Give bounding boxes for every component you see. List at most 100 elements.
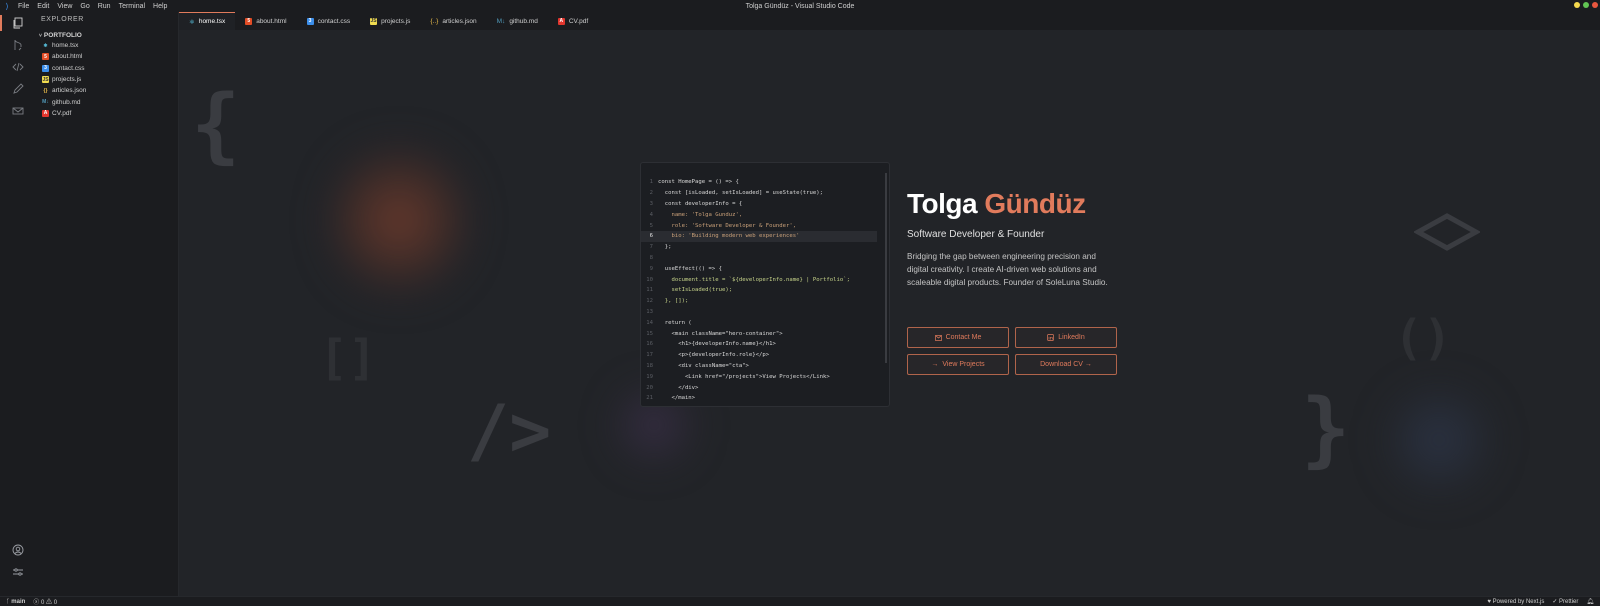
line-number: 16: [646, 341, 653, 348]
pdf-icon: A: [557, 17, 565, 25]
curly-brace-open-icon: {: [191, 78, 241, 173]
slash-tag-icon: />: [467, 390, 552, 472]
pencil-icon: [12, 83, 24, 94]
diamond-icon: [1414, 213, 1480, 251]
line-number: 13: [646, 308, 653, 315]
menu-go[interactable]: Go: [76, 3, 93, 10]
tab-label: contact.css: [317, 17, 351, 25]
js-icon: JS: [370, 17, 378, 25]
line-number: 22: [641, 406, 658, 407]
file-label: projects.js: [52, 76, 82, 84]
title-bar: ⟩ File Edit View Go Run Terminal Help To…: [0, 0, 1600, 12]
branch-indicator[interactable]: ᚴ main: [6, 599, 25, 605]
code-icon: [11, 62, 24, 72]
line-number: 5: [649, 222, 653, 229]
line-number: 11: [646, 287, 653, 294]
line-number: 8: [649, 254, 653, 261]
code-text: };: [658, 244, 672, 251]
file-articles-json[interactable]: {} articles.json: [35, 85, 178, 96]
tab-about-html[interactable]: 5 about.html: [235, 12, 296, 30]
code-button[interactable]: [0, 56, 35, 78]
orange-glow: [329, 140, 469, 300]
first-name: Tolga: [907, 188, 978, 219]
folder-portfolio[interactable]: ˅ PORTFOLIO: [35, 28, 178, 40]
menu-file[interactable]: File: [14, 3, 33, 10]
menu-edit[interactable]: Edit: [33, 3, 53, 10]
chevron-down-icon: ˅: [39, 32, 42, 39]
html-icon: 5: [245, 17, 253, 25]
tab-projects-js[interactable]: JS projects.js: [360, 12, 420, 30]
contact-button[interactable]: [0, 100, 35, 122]
line-number: 3: [649, 200, 653, 207]
file-label: github.md: [52, 98, 81, 106]
tab-label: CV.pdf: [568, 17, 589, 25]
code-line: 12 }, []);: [641, 296, 877, 307]
download-cv-button[interactable]: Download CV →: [1015, 354, 1117, 375]
line-number: 6: [649, 233, 653, 240]
menu-terminal[interactable]: Terminal: [115, 3, 149, 10]
code-line: 19 <Link href="/projects">View Projects<…: [641, 371, 877, 382]
css-icon: 3: [42, 64, 49, 72]
maximize-button[interactable]: [1583, 2, 1589, 8]
code-line: 5 role: 'Software Developer & Founder',: [641, 220, 877, 231]
tab-articles-json[interactable]: {..} articles.json: [420, 12, 486, 30]
tab-contact-css[interactable]: 3 contact.css: [297, 12, 361, 30]
curly-brace-close-icon: }: [1301, 382, 1351, 477]
code-text: <div className="cta">: [658, 362, 749, 369]
code-line: 10 document.title = `${developerInfo.nam…: [641, 274, 877, 285]
line-number: 18: [646, 362, 653, 369]
tab-github-md[interactable]: M↓ github.md: [487, 12, 548, 30]
contact-me-button[interactable]: Contact Me: [907, 327, 1009, 348]
json-icon: {..}: [430, 17, 439, 25]
code-line: 22 );: [641, 404, 877, 407]
tab-cv-pdf[interactable]: A CV.pdf: [548, 12, 598, 30]
problems-indicator[interactable]: ⓧ 0 ⚠ 0: [33, 597, 57, 606]
heart-icon: ♥: [1487, 598, 1491, 605]
tab-home-tsx[interactable]: ⚛ home.tsx: [179, 12, 236, 30]
powered-by-label: Powered by Next.js: [1492, 598, 1545, 605]
vscode-logo-icon: ⟩: [5, 1, 9, 11]
minimize-button[interactable]: [1574, 2, 1580, 8]
mail-icon: [934, 334, 942, 341]
file-cv-pdf[interactable]: A CV.pdf: [35, 108, 178, 119]
settings-button[interactable]: [0, 561, 35, 583]
menu-view[interactable]: View: [53, 3, 76, 10]
file-contact-css[interactable]: 3 contact.css: [35, 63, 178, 74]
window-controls: [1574, 2, 1598, 8]
source-control-button[interactable]: [0, 34, 35, 56]
code-text: <main className="hero-container">: [658, 330, 783, 337]
account-button[interactable]: [0, 539, 35, 561]
file-label: contact.css: [52, 64, 85, 72]
linkedin-label: LinkedIn: [1058, 334, 1085, 341]
contact-me-label: Contact Me: [945, 334, 982, 341]
code-text: <p>{developerInfo.role}</p>: [658, 352, 770, 359]
code-text: const developerInfo = {: [658, 200, 743, 207]
file-about-html[interactable]: 5 about.html: [35, 51, 178, 62]
line-number: 20: [646, 384, 653, 391]
edit-button[interactable]: [0, 78, 35, 100]
view-projects-button[interactable]: → View Projects: [907, 354, 1009, 375]
linkedin-button[interactable]: LinkedIn: [1015, 327, 1117, 348]
code-text: const [isLoaded, setIsLoaded] = useState…: [658, 190, 824, 197]
close-button[interactable]: [1592, 2, 1598, 8]
prettier-indicator[interactable]: ✓ Prettier: [1552, 598, 1578, 605]
menu-help[interactable]: Help: [149, 3, 171, 10]
code-text: return (: [658, 319, 692, 326]
code-line: 18 <div className="cta">: [641, 361, 877, 372]
explorer-button[interactable]: [0, 12, 35, 34]
scrollbar[interactable]: [885, 173, 887, 363]
bell-icon[interactable]: 🔔︎: [1586, 598, 1594, 605]
code-line: 13: [641, 307, 877, 318]
parenthesis-icon: (): [1394, 310, 1452, 366]
code-text: useEffect(() => {: [658, 265, 722, 272]
file-home-tsx[interactable]: ⚛ home.tsx: [35, 40, 178, 51]
powered-by: ♥ Powered by Next.js: [1487, 599, 1544, 605]
menu-run[interactable]: Run: [94, 3, 115, 10]
line-number: 9: [649, 265, 653, 272]
code-preview: 1 const HomePage = () => {2 const [isLoad…: [640, 162, 890, 407]
branch-name: main: [11, 598, 26, 605]
code-text: </main>: [658, 395, 696, 402]
file-github-md[interactable]: M↓ github.md: [35, 96, 178, 107]
file-projects-js[interactable]: JS projects.js: [35, 74, 178, 85]
code-text: <Link href="/projects">View Projects</Li…: [658, 373, 830, 380]
